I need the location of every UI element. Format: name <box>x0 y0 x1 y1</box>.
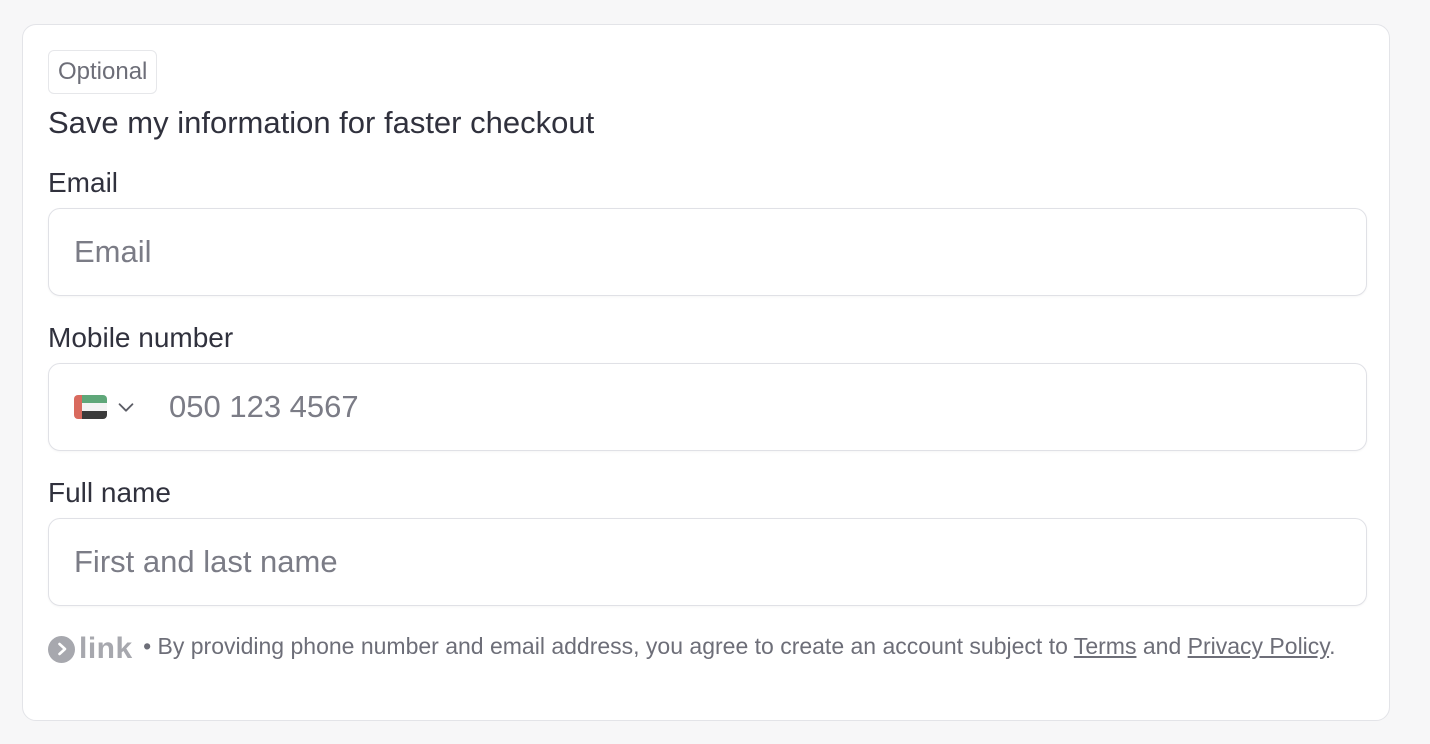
optional-badge: Optional <box>48 50 158 94</box>
footer-period: . <box>1329 633 1336 659</box>
link-arrow-icon <box>48 635 75 663</box>
uae-flag-icon <box>74 395 107 419</box>
email-label: Email <box>48 167 119 198</box>
save-info-heading: Save my information for faster checkout <box>48 105 595 140</box>
footer-and-text: and <box>1142 633 1182 659</box>
legal-footer: link • By providing phone number and ema… <box>48 629 1348 666</box>
full-name-input[interactable] <box>49 519 1366 605</box>
terms-link[interactable]: Terms <box>1074 633 1137 659</box>
footer-consent-text: By providing phone number and email addr… <box>157 633 1068 659</box>
footer-separator: • <box>143 633 152 659</box>
email-field-container <box>48 208 1367 296</box>
save-info-card: Optional Save my information for faster … <box>22 24 1390 721</box>
full-name-label: Full name <box>48 477 171 508</box>
email-input[interactable] <box>49 209 1366 295</box>
optional-badge-label: Optional <box>58 58 148 85</box>
full-name-field-container <box>48 518 1367 606</box>
mobile-label: Mobile number <box>48 322 234 353</box>
privacy-policy-link[interactable]: Privacy Policy <box>1188 633 1329 659</box>
link-logo: link <box>48 632 133 666</box>
mobile-number-input[interactable] <box>141 364 1366 450</box>
chevron-down-icon <box>118 403 134 412</box>
country-selector[interactable] <box>49 364 141 450</box>
link-logo-text: link <box>79 632 133 665</box>
mobile-field-container <box>48 363 1367 451</box>
